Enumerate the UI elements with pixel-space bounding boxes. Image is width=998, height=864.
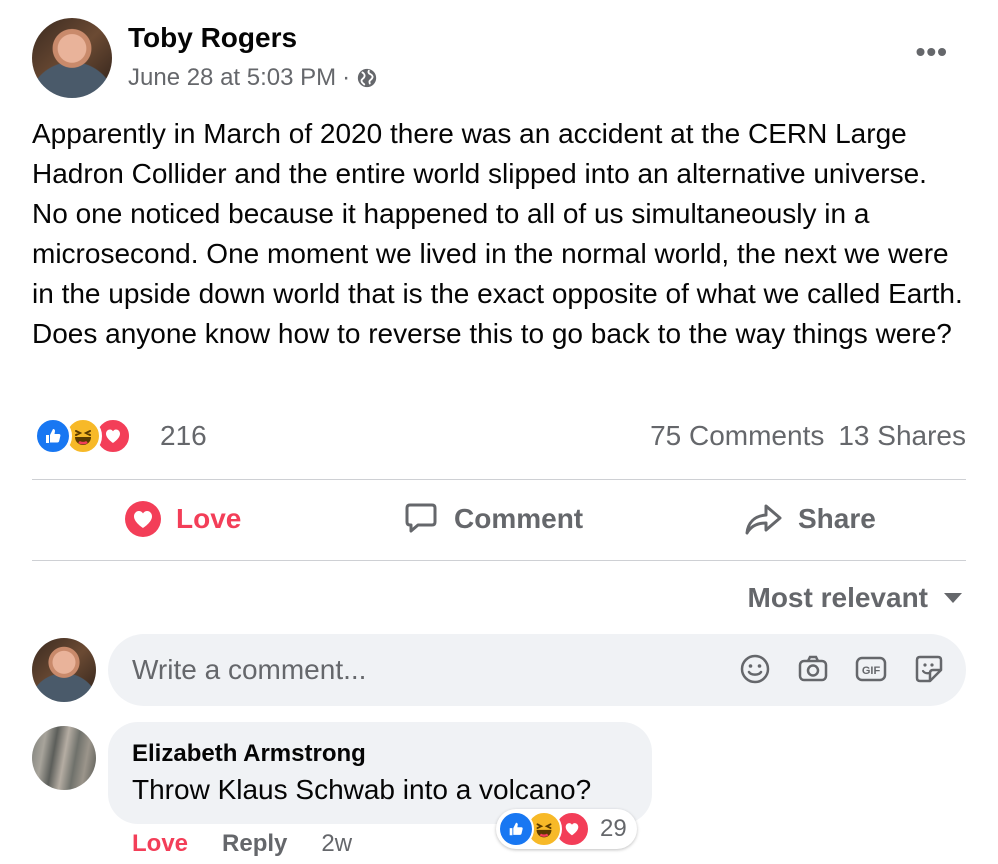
sort-label: Most relevant — [747, 582, 929, 613]
commenter-avatar[interactable] — [32, 726, 96, 790]
more-options-button[interactable]: ••• — [916, 36, 948, 68]
love-label: Love — [176, 503, 242, 534]
reaction-icons[interactable] — [34, 417, 132, 455]
composer-tools: GIF — [738, 652, 946, 686]
current-user-avatar — [32, 638, 96, 702]
comment-placeholder: Write a comment... — [132, 654, 367, 685]
engagement-counts: 75 Comments 13 Shares — [650, 420, 966, 452]
comment-button[interactable]: Comment — [402, 500, 583, 538]
comment-text: Throw Klaus Schwab into a volcano? — [132, 774, 592, 805]
comment-reactions[interactable]: 29 — [496, 809, 637, 849]
emoji-icon[interactable] — [738, 652, 772, 686]
comment-time[interactable]: 2w — [321, 830, 352, 858]
sticker-icon[interactable] — [912, 652, 946, 686]
camera-icon[interactable] — [796, 652, 830, 686]
post-meta: June 28 at 5:03 PM · — [128, 64, 378, 92]
shares-count[interactable]: 13 Shares — [838, 420, 966, 452]
post-text: Apparently in March of 2020 there was an… — [32, 118, 963, 349]
globe-icon — [357, 68, 377, 88]
meta-separator: · — [342, 64, 351, 91]
svg-text:GIF: GIF — [862, 665, 881, 677]
comment-love-button[interactable]: Love — [132, 830, 188, 858]
author-avatar[interactable] — [32, 18, 112, 98]
post-author-name[interactable]: Toby Rogers — [128, 22, 297, 54]
like-icon — [498, 811, 534, 847]
comment-sort-dropdown[interactable]: Most relevant — [747, 582, 962, 614]
share-icon — [745, 504, 782, 535]
comment-author[interactable]: Elizabeth Armstrong — [132, 740, 366, 768]
comment-label: Comment — [454, 503, 584, 534]
comment-reply-button[interactable]: Reply — [222, 830, 287, 858]
comments-count[interactable]: 75 Comments — [650, 420, 824, 452]
share-button[interactable]: Share — [744, 500, 876, 538]
comment-actions: Love Reply 2w — [132, 830, 352, 858]
share-label: Share — [798, 503, 876, 534]
post-timestamp[interactable]: June 28 at 5:03 PM — [128, 64, 336, 92]
divider — [32, 479, 966, 480]
divider — [32, 560, 966, 561]
love-button[interactable]: Love — [124, 500, 241, 538]
reaction-count[interactable]: 216 — [160, 420, 207, 452]
comment-input[interactable]: Write a comment... GIF — [108, 634, 966, 706]
comment-icon — [405, 503, 437, 533]
like-icon — [34, 417, 72, 455]
gif-icon[interactable]: GIF — [854, 652, 888, 686]
caret-down-icon — [944, 593, 962, 603]
comment-reaction-count: 29 — [600, 815, 627, 842]
love-icon — [125, 501, 161, 537]
